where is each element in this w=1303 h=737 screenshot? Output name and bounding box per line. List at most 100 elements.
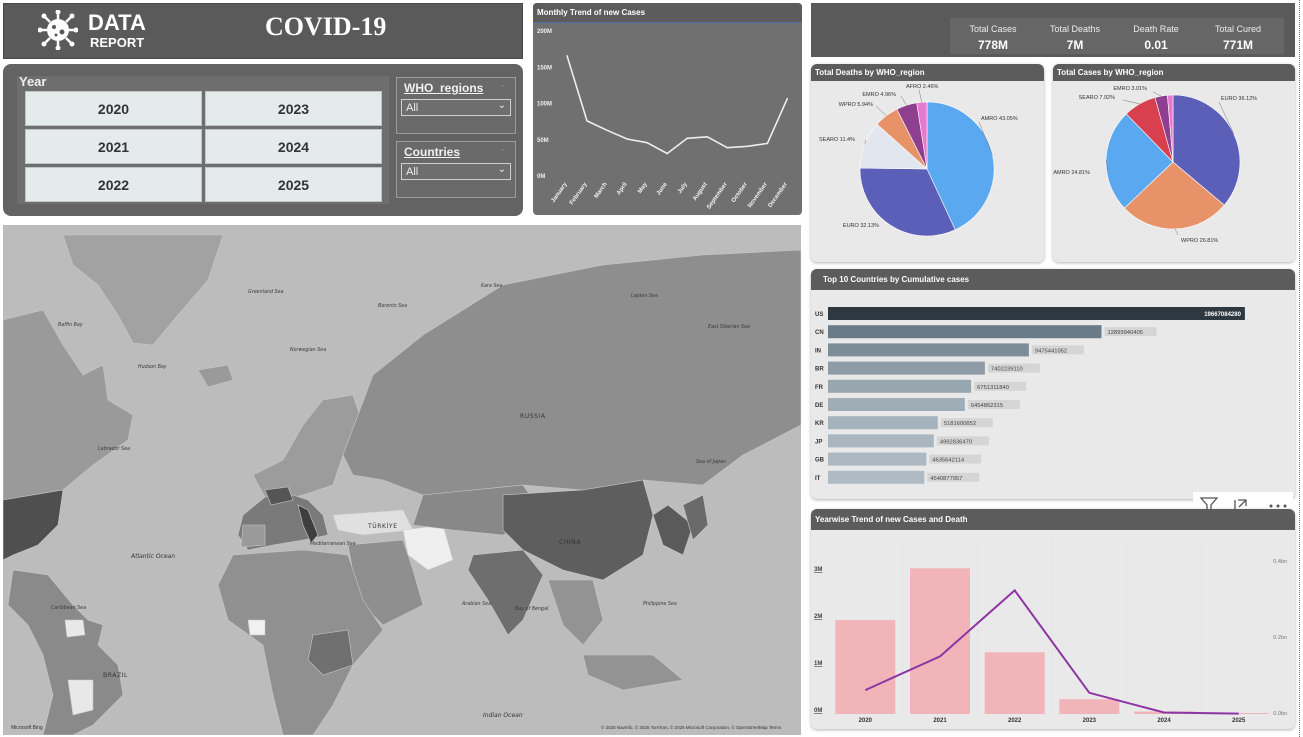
year-button-2022[interactable]: 2022: [25, 167, 202, 202]
right-axis-tick: 0.4bn: [1273, 559, 1287, 565]
who-region-dropdown[interactable]: All ⌄: [401, 99, 511, 116]
yearwise-trend-title: Yearwise Trend of new Cases and Death: [811, 509, 1295, 530]
chevron-down-icon: ⌄: [499, 80, 507, 90]
more-options-icon[interactable]: [1269, 504, 1287, 508]
kpi-total-cured-value: 771M: [1222, 38, 1254, 52]
x-tick-label: November: [747, 181, 769, 209]
y-tick-label: 50M: [537, 138, 549, 144]
deaths-pie-chart: AMRO 43.05% EURO 32.13% SEARO 11.4% WPRO 5.…: [819, 84, 1018, 237]
map-label: Bay of Bengal: [515, 606, 549, 612]
dropdown-arrow-icon: ⌄: [497, 100, 506, 111]
map-label: Kara Sea: [481, 283, 502, 289]
bar-rect: [828, 361, 985, 375]
x-tick-label: December: [767, 181, 789, 209]
map-label: Hudson Bay: [138, 364, 167, 370]
deaths-by-region-card: Total Deaths by WHO_region AMRO 43.05% EU…: [811, 64, 1044, 262]
x-tick-label: April: [616, 181, 629, 196]
pie-leader-line: [875, 105, 887, 116]
countries-label: Countries: [404, 145, 461, 159]
y-tick-label: 100M: [537, 102, 552, 108]
bar-category-label: JP: [815, 439, 822, 445]
bar-category-label: CN: [815, 330, 824, 336]
map-label: East Siberian Sea: [708, 324, 750, 330]
pie-leader-line: [900, 95, 907, 106]
left-axis-tick: 3M: [814, 567, 822, 573]
x-tick-label: June: [656, 181, 669, 196]
venezuela-shape[interactable]: [64, 619, 86, 638]
map-label: Microsoft Bing: [11, 725, 43, 731]
y-tick-label: 200M: [537, 29, 552, 35]
page-title: COVID-19: [265, 12, 387, 41]
year-button-2021[interactable]: 2021: [25, 129, 202, 164]
bar-rect: [828, 452, 927, 466]
bar-value-label: 4540877957: [930, 476, 962, 482]
top10-countries-title: Top 10 Countries by Cumulative cases: [811, 269, 1295, 290]
who-region-label: WHO_regions: [404, 81, 484, 95]
bar-value-label: 6751311840: [977, 385, 1009, 391]
bar-category-label: IT: [815, 476, 821, 482]
monthly-trend-chart: 200M 150M 100M 50M 0M January February March Apr…: [537, 29, 789, 211]
map-label: Sea of Japan: [696, 459, 726, 465]
map-label: Arabian Sea: [461, 601, 491, 607]
map-label: Laptev Sea: [631, 293, 658, 299]
iberia-shape[interactable]: [240, 524, 266, 548]
pie-leader-line: [1152, 91, 1162, 97]
kpi-total-deaths-label: Total Deaths: [1049, 24, 1101, 34]
title-panel: [3, 3, 523, 59]
bar-category-label: FR: [815, 385, 824, 391]
bar-value-label: 12899940405: [1107, 330, 1142, 336]
pie-slice-label: WPRO 26.81%: [1181, 238, 1218, 244]
bar-category-label: GB: [815, 458, 825, 464]
map-label: Greenland Sea: [248, 289, 284, 295]
map-label: TÜRKİYE: [367, 523, 398, 530]
top10-bar-chart: US 19667084280 CN 12899940405 IN 9475441052 BR…: [815, 307, 1245, 484]
bar-value-label: 9475441052: [1035, 348, 1067, 354]
map-label: Barents Sea: [378, 303, 407, 309]
pie-slice-label: AMRO 24.81%: [1053, 170, 1090, 176]
bar-value-label: 5181600852: [944, 421, 976, 427]
cases-by-region-card: Total Cases by WHO_region EURO 36.12% WPR…: [1053, 64, 1295, 262]
pie-leader-line: [918, 89, 923, 103]
x-tick-label: 2020: [859, 718, 873, 724]
world-map[interactable]: Greenland Sea Barents Sea Kara Sea Laptev S…: [3, 225, 801, 735]
yearwise-cases-bar: [1059, 699, 1120, 714]
world-map-canvas[interactable]: Greenland Sea Barents Sea Kara Sea Laptev S…: [3, 225, 801, 735]
year-button-2024[interactable]: 2024: [205, 129, 382, 164]
chevron-down-icon: ⌄: [499, 144, 507, 154]
pie-slice-label: EMRO 3.01%: [1113, 86, 1147, 92]
bar-rect: [828, 398, 965, 411]
x-tick-label: August: [692, 182, 709, 202]
kpi-total-deaths-value: 7M: [1066, 38, 1084, 52]
yearwise-cases-bar: [835, 620, 896, 714]
bar-rect: [828, 379, 972, 393]
bar-category-label: DE: [815, 403, 823, 409]
report-word: REPORT: [90, 35, 145, 50]
deaths-by-region-title: Total Deaths by WHO_region: [811, 64, 1044, 81]
bar-rect: [828, 434, 934, 448]
west-africa-highlight-shape[interactable]: [247, 619, 266, 636]
year-button-2023[interactable]: 2023: [205, 91, 382, 126]
yearwise-trend-card: Yearwise Trend of new Cases and Death 3M…: [811, 509, 1295, 729]
pie-slice-label: EURO 32.13%: [843, 223, 879, 229]
who-region-value: All: [406, 102, 419, 114]
year-button-2025[interactable]: 2025: [205, 167, 382, 202]
yearwise-cases-bar: [984, 652, 1045, 714]
bar-rect: [828, 307, 1245, 320]
kpi-total-cases-label: Total Cases: [969, 24, 1017, 34]
x-tick-label: May: [637, 181, 649, 195]
x-tick-label: January: [551, 181, 569, 204]
countries-dropdown[interactable]: All ⌄: [401, 163, 511, 180]
x-tick-label: September: [706, 181, 729, 210]
pie-slice-label: EMRO 4.96%: [862, 92, 896, 98]
kpi-total-cases-value: 778M: [977, 38, 1009, 52]
pie-leader-line: [1174, 228, 1179, 236]
left-axis-tick: 1M: [814, 661, 822, 667]
x-tick-label: 2024: [1157, 718, 1171, 724]
map-label: Atlantic Ocean: [130, 553, 175, 560]
pie-slice-label: AMRO 43.05%: [981, 116, 1018, 122]
bar-category-label: BR: [815, 367, 824, 373]
map-label: Baffin Bay: [58, 322, 83, 328]
right-axis-tick: 0.0bn: [1273, 711, 1287, 717]
year-button-2020[interactable]: 2020: [25, 91, 202, 126]
bar-rect: [828, 416, 938, 430]
